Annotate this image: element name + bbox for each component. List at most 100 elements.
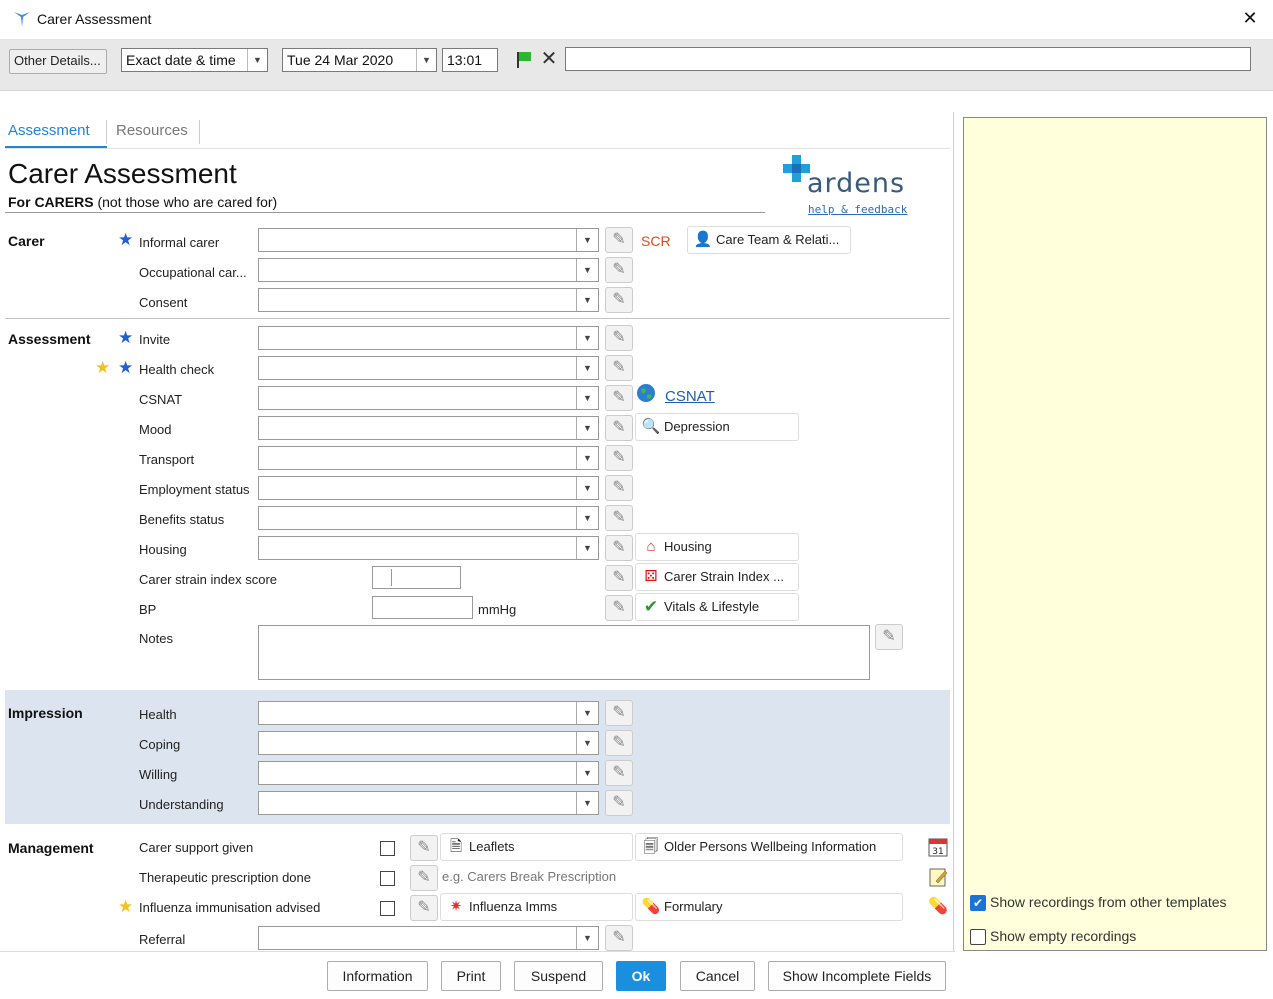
- flag-icon[interactable]: [514, 50, 534, 70]
- housing-select[interactable]: ▼: [258, 536, 599, 560]
- pencil-icon[interactable]: ✎: [605, 445, 633, 471]
- chevron-down-icon[interactable]: ▼: [576, 289, 598, 311]
- pencil-icon[interactable]: ✎: [605, 730, 633, 756]
- scr-link[interactable]: SCR: [641, 233, 671, 249]
- date-select[interactable]: Tue 24 Mar 2020 ▼: [282, 48, 437, 72]
- leaflets-button[interactable]: 🗎 Leaflets: [440, 833, 633, 861]
- notepad-edit-icon[interactable]: [927, 866, 949, 888]
- pencil-icon[interactable]: ✎: [605, 760, 633, 786]
- csnat-select[interactable]: ▼: [258, 386, 599, 410]
- informal-carer-select[interactable]: ▼: [258, 228, 599, 252]
- understanding-select[interactable]: ▼: [258, 791, 599, 815]
- benefits-status-select[interactable]: ▼: [258, 506, 599, 530]
- chevron-down-icon[interactable]: ▼: [576, 357, 598, 379]
- employment-status-select[interactable]: ▼: [258, 476, 599, 500]
- referral-select[interactable]: ▼: [258, 926, 599, 950]
- pencil-icon[interactable]: ✎: [410, 835, 438, 861]
- pencil-icon[interactable]: ✎: [605, 227, 633, 253]
- bp-input[interactable]: [372, 596, 473, 619]
- chevron-down-icon[interactable]: ▼: [576, 417, 598, 439]
- care-team-button[interactable]: 👤 Care Team & Relati...: [687, 226, 851, 254]
- chevron-down-icon[interactable]: ▼: [576, 327, 598, 349]
- coping-select[interactable]: ▼: [258, 731, 599, 755]
- pencil-icon[interactable]: ✎: [605, 287, 633, 313]
- chevron-down-icon[interactable]: ▼: [576, 792, 598, 814]
- pencil-icon[interactable]: ✎: [410, 895, 438, 921]
- chevron-down-icon[interactable]: ▼: [576, 477, 598, 499]
- chevron-down-icon[interactable]: ▼: [576, 387, 598, 409]
- vitals-button[interactable]: ✔ Vitals & Lifestyle: [635, 593, 799, 621]
- pencil-icon[interactable]: ✎: [605, 475, 633, 501]
- calendar-icon[interactable]: 31: [927, 836, 949, 858]
- date-mode-select[interactable]: Exact date & time ▼: [121, 48, 268, 72]
- pencil-icon[interactable]: ✎: [875, 624, 903, 650]
- invite-select[interactable]: ▼: [258, 326, 599, 350]
- pencil-icon[interactable]: ✎: [605, 595, 633, 621]
- carer-support-checkbox[interactable]: [380, 841, 395, 856]
- tab-assessment[interactable]: Assessment: [8, 119, 90, 145]
- tab-resources[interactable]: Resources: [116, 119, 188, 145]
- therapeutic-checkbox[interactable]: [380, 871, 395, 886]
- older-persons-button[interactable]: 🗐 Older Persons Wellbeing Information: [635, 833, 903, 861]
- chevron-down-icon[interactable]: ▼: [576, 229, 598, 251]
- chevron-down-icon[interactable]: ▼: [247, 49, 267, 71]
- pencil-icon[interactable]: ✎: [410, 865, 438, 891]
- time-input[interactable]: 13:01: [442, 48, 498, 72]
- chevron-down-icon[interactable]: ▼: [576, 732, 598, 754]
- transport-select[interactable]: ▼: [258, 446, 599, 470]
- pencil-icon[interactable]: ✎: [605, 257, 633, 283]
- csnat-link[interactable]: CSNAT: [665, 388, 715, 405]
- occupational-carer-select[interactable]: ▼: [258, 258, 599, 282]
- influenza-checkbox[interactable]: [380, 901, 395, 916]
- mood-select[interactable]: ▼: [258, 416, 599, 440]
- pill-icon[interactable]: 💊: [927, 896, 949, 918]
- health-select[interactable]: ▼: [258, 701, 599, 725]
- information-button[interactable]: Information: [327, 961, 428, 991]
- consent-select[interactable]: ▼: [258, 288, 599, 312]
- pencil-icon[interactable]: ✎: [605, 415, 633, 441]
- pencil-icon[interactable]: ✎: [605, 700, 633, 726]
- pencil-icon[interactable]: ✎: [605, 925, 633, 951]
- ok-button[interactable]: Ok: [616, 961, 666, 991]
- chevron-down-icon[interactable]: ▼: [416, 49, 436, 71]
- pencil-icon[interactable]: ✎: [605, 385, 633, 411]
- other-details-button[interactable]: Other Details...: [9, 49, 107, 74]
- pencil-icon[interactable]: ✎: [605, 790, 633, 816]
- chevron-down-icon[interactable]: ▼: [576, 762, 598, 784]
- pencil-icon[interactable]: ✎: [605, 355, 633, 381]
- therapeutic-input[interactable]: e.g. Carers Break Prescription: [442, 863, 904, 891]
- dice-icon: ⚄: [644, 568, 658, 585]
- window-title: Carer Assessment: [37, 11, 152, 27]
- pencil-icon[interactable]: ✎: [605, 565, 633, 591]
- pencil-icon[interactable]: ✎: [605, 325, 633, 351]
- checkbox-checked-icon[interactable]: ✔: [970, 895, 986, 911]
- chevron-down-icon[interactable]: ▼: [576, 702, 598, 724]
- chevron-down-icon[interactable]: ▼: [576, 537, 598, 559]
- suspend-button[interactable]: Suspend: [514, 961, 603, 991]
- time-value: 13:01: [447, 52, 483, 68]
- influenza-imms-button[interactable]: ✷ Influenza Imms: [440, 893, 633, 921]
- print-button[interactable]: Print: [441, 961, 501, 991]
- free-text-input[interactable]: [565, 47, 1251, 71]
- chevron-down-icon[interactable]: ▼: [576, 447, 598, 469]
- chevron-down-icon[interactable]: ▼: [576, 927, 598, 949]
- willing-select[interactable]: ▼: [258, 761, 599, 785]
- pencil-icon[interactable]: ✎: [605, 535, 633, 561]
- carer-strain-input[interactable]: [372, 566, 461, 589]
- notes-textarea[interactable]: [258, 625, 870, 680]
- help-feedback-link[interactable]: help & feedback: [808, 203, 907, 216]
- formulary-button[interactable]: 💊 Formulary: [635, 893, 903, 921]
- carer-strain-button[interactable]: ⚄ Carer Strain Index ...: [635, 563, 799, 591]
- chevron-down-icon[interactable]: ▼: [576, 259, 598, 281]
- health-check-select[interactable]: ▼: [258, 356, 599, 380]
- pencil-icon[interactable]: ✎: [605, 505, 633, 531]
- chevron-down-icon[interactable]: ▼: [576, 507, 598, 529]
- toolbar: Other Details... Exact date & time ▼ Tue…: [0, 40, 1273, 90]
- housing-button[interactable]: ⌂ Housing: [635, 533, 799, 561]
- depression-button[interactable]: 🔍 Depression: [635, 413, 799, 441]
- close-icon[interactable]: ✕: [1240, 8, 1260, 28]
- clear-icon[interactable]: ✕: [539, 48, 559, 70]
- cancel-button[interactable]: Cancel: [680, 961, 755, 991]
- checkbox-unchecked-icon[interactable]: [970, 929, 986, 945]
- show-incomplete-button[interactable]: Show Incomplete Fields: [768, 961, 946, 991]
